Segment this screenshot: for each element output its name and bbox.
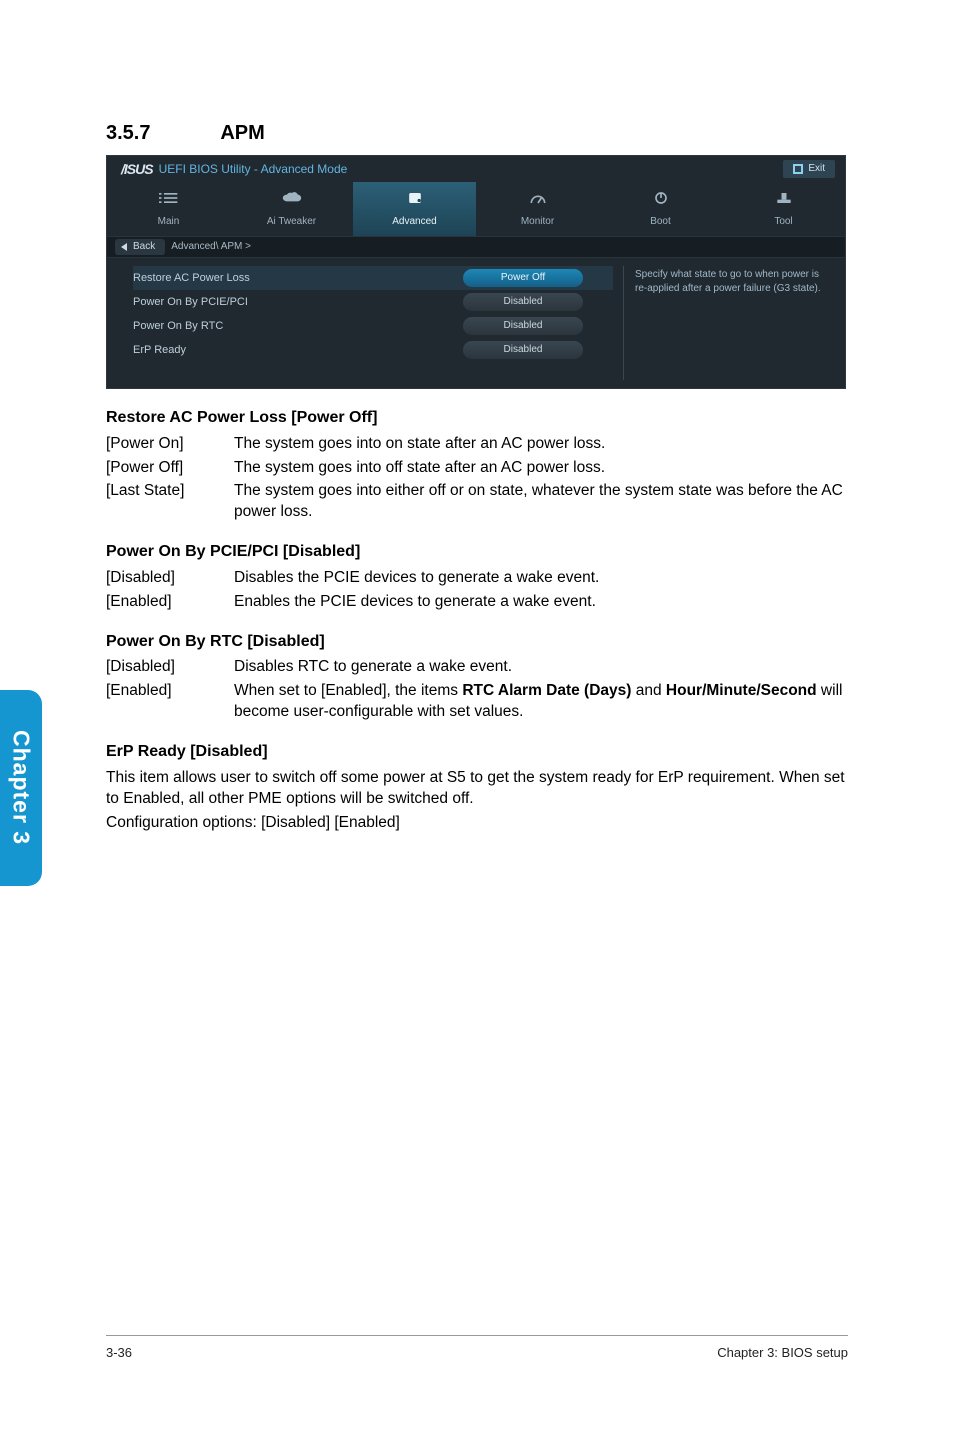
pcie-enabled: [Enabled] Enables the PCIE devices to ge… [106, 592, 848, 613]
pcie-disabled-val: Disables the PCIE devices to generate a … [234, 568, 848, 589]
rtc-disabled: [Disabled] Disables RTC to generate a wa… [106, 657, 848, 678]
power-icon [651, 190, 671, 211]
tab-main-label: Main [158, 215, 180, 229]
bios-title: UEFI BIOS Utility - Advanced Mode [159, 161, 348, 177]
row-restore-label: Restore AC Power Loss [133, 271, 463, 286]
exit-button[interactable]: Exit [783, 160, 835, 178]
bios-tabs: Main Ai Tweaker Advanced Monitor Boot To… [107, 182, 845, 236]
row-erp-value[interactable]: Disabled [463, 341, 583, 359]
restore-poweroff-val: The system goes into off state after an … [234, 458, 848, 479]
section-header: 3.5.7 APM [106, 120, 848, 147]
asus-logo-text: /ISUS [121, 160, 153, 179]
pcie-enabled-val: Enables the PCIE devices to generate a w… [234, 592, 848, 613]
pcie-enabled-key: [Enabled] [106, 592, 234, 613]
tab-monitor-label: Monitor [521, 215, 554, 229]
breadcrumb: Advanced\ APM > [171, 240, 251, 254]
rtc-disabled-val: Disables RTC to generate a wake event. [234, 657, 848, 678]
bios-titlebar: /ISUS UEFI BIOS Utility - Advanced Mode … [107, 156, 845, 182]
tab-advanced[interactable]: Advanced [353, 182, 476, 236]
rtc-enabled-val: When set to [Enabled], the items RTC Ala… [234, 681, 848, 723]
tab-boot[interactable]: Boot [599, 182, 722, 236]
restore-poweron-key: [Power On] [106, 434, 234, 455]
rtc-en-bold2: Hour/Minute/Second [666, 682, 817, 699]
tab-main[interactable]: Main [107, 182, 230, 236]
tool-icon [774, 190, 794, 211]
heading-rtc: Power On By RTC [Disabled] [106, 631, 848, 653]
row-rtc[interactable]: Power On By RTC Disabled [133, 314, 613, 338]
footer-pagenum: 3-36 [106, 1344, 132, 1362]
rtc-enabled: [Enabled] When set to [Enabled], the ite… [106, 681, 848, 723]
heading-restore: Restore AC Power Loss [Power Off] [106, 407, 848, 429]
section-number: 3.5.7 [106, 120, 216, 147]
tab-boot-label: Boot [650, 215, 671, 229]
section-title: APM [220, 120, 264, 147]
help-pane: Specify what state to go to when power i… [623, 258, 845, 388]
restore-laststate-val: The system goes into either off or on st… [234, 481, 848, 523]
row-pcie-value[interactable]: Disabled [463, 293, 583, 311]
page-footer: 3-36 Chapter 3: BIOS setup [106, 1335, 848, 1362]
tab-tool-label: Tool [774, 215, 792, 229]
rtc-enabled-key: [Enabled] [106, 681, 234, 702]
row-erp[interactable]: ErP Ready Disabled [133, 338, 613, 362]
restore-poweroff-key: [Power Off] [106, 458, 234, 479]
heading-pcie: Power On By PCIE/PCI [Disabled] [106, 541, 848, 563]
help-text: Specify what state to go to when power i… [635, 269, 821, 294]
restore-poweroff: [Power Off] The system goes into off sta… [106, 458, 848, 479]
erp-p1: This item allows user to switch off some… [106, 768, 848, 810]
back-button[interactable]: Back [115, 239, 165, 255]
tab-advanced-label: Advanced [392, 215, 436, 229]
pcie-disabled: [Disabled] Disables the PCIE devices to … [106, 568, 848, 589]
cloud-icon [282, 190, 302, 211]
tab-aitweaker[interactable]: Ai Tweaker [230, 182, 353, 236]
chip-icon [405, 190, 425, 211]
rtc-disabled-key: [Disabled] [106, 657, 234, 678]
restore-poweron-val: The system goes into on state after an A… [234, 434, 848, 455]
tab-monitor[interactable]: Monitor [476, 182, 599, 236]
asus-logo: /ISUS UEFI BIOS Utility - Advanced Mode [121, 160, 347, 179]
bios-screenshot: /ISUS UEFI BIOS Utility - Advanced Mode … [106, 155, 846, 389]
bios-subbar: Back Advanced\ APM > [107, 236, 845, 258]
back-label: Back [133, 240, 155, 254]
rtc-en-mid: and [631, 682, 665, 699]
pcie-disabled-key: [Disabled] [106, 568, 234, 589]
rtc-en-prefix: When set to [Enabled], the items [234, 682, 462, 699]
row-restore-ac[interactable]: Restore AC Power Loss Power Off [133, 266, 613, 290]
row-pcie[interactable]: Power On By PCIE/PCI Disabled [133, 290, 613, 314]
back-arrow-icon [121, 243, 129, 251]
chapter-side-tab: Chapter 3 [0, 690, 42, 886]
settings-pane: Restore AC Power Loss Power Off Power On… [107, 258, 623, 388]
restore-poweron: [Power On] The system goes into on state… [106, 434, 848, 455]
gauge-icon [528, 190, 548, 211]
exit-label: Exit [808, 162, 825, 176]
footer-chapter: Chapter 3: BIOS setup [717, 1344, 848, 1362]
exit-icon [793, 164, 803, 174]
row-restore-value[interactable]: Power Off [463, 269, 583, 287]
row-pcie-label: Power On By PCIE/PCI [133, 295, 463, 310]
row-erp-label: ErP Ready [133, 343, 463, 358]
heading-erp: ErP Ready [Disabled] [106, 741, 848, 763]
row-rtc-label: Power On By RTC [133, 319, 463, 334]
row-rtc-value[interactable]: Disabled [463, 317, 583, 335]
rtc-en-bold1: RTC Alarm Date (Days) [462, 682, 631, 699]
erp-p2: Configuration options: [Disabled] [Enabl… [106, 813, 848, 834]
restore-laststate: [Last State] The system goes into either… [106, 481, 848, 523]
list-icon [159, 190, 179, 211]
restore-laststate-key: [Last State] [106, 481, 234, 502]
tab-aitweaker-label: Ai Tweaker [267, 215, 316, 229]
tab-tool[interactable]: Tool [722, 182, 845, 236]
